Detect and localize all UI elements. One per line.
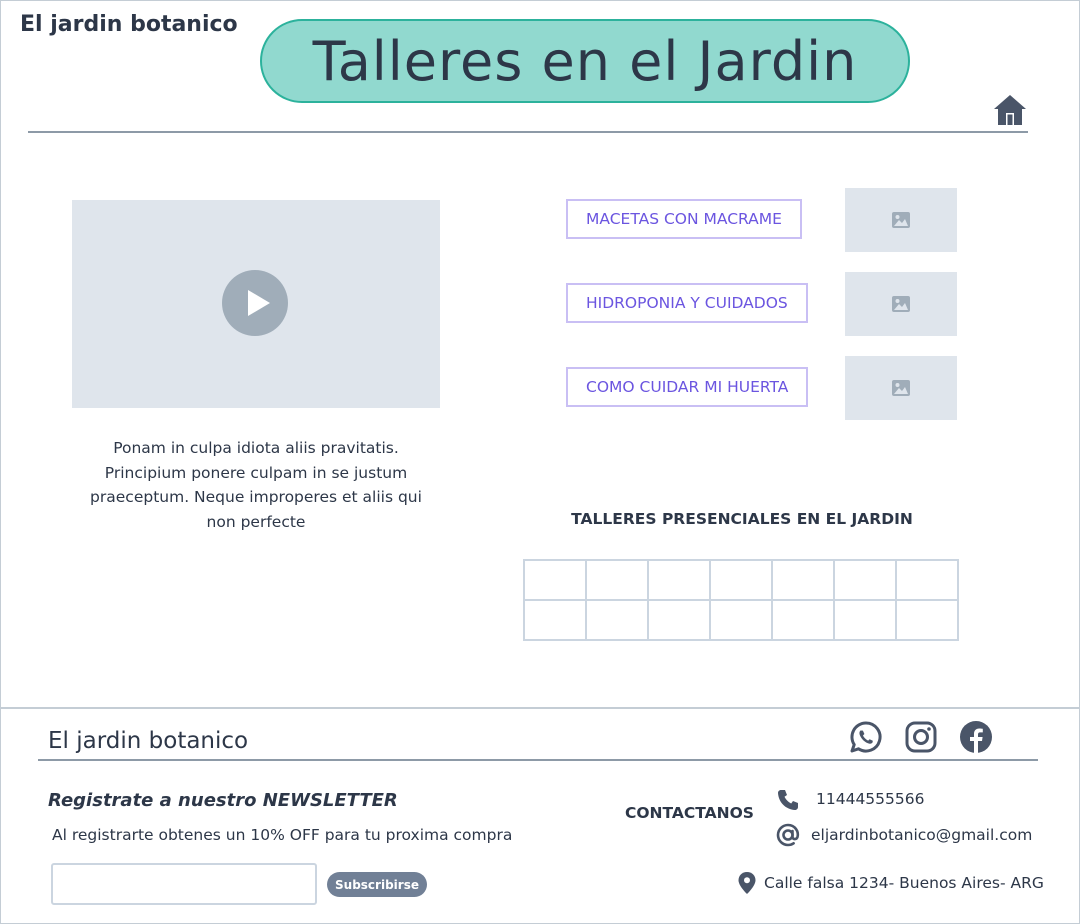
- image-icon: [892, 380, 910, 396]
- location-icon: [737, 871, 757, 899]
- header-divider: [28, 131, 1028, 133]
- at-icon: [775, 822, 801, 852]
- table-cell[interactable]: [523, 559, 587, 601]
- newsletter-title: Registrate a nuestro NEWSLETTER: [48, 790, 398, 811]
- workshop-thumbnail: [845, 272, 957, 336]
- image-icon: [892, 296, 910, 312]
- contact-address: Calle falsa 1234- Buenos Aires- ARG: [764, 874, 1044, 892]
- table-cell[interactable]: [585, 599, 649, 641]
- phone-icon: [776, 788, 800, 816]
- workshop-button-hidroponia[interactable]: HIDROPONIA Y CUIDADOS: [566, 283, 808, 323]
- footer-top-divider: [1, 707, 1079, 709]
- table-cell[interactable]: [709, 559, 773, 601]
- table-cell[interactable]: [647, 559, 711, 601]
- workshop-thumbnail: [845, 188, 957, 252]
- table-cell[interactable]: [523, 599, 587, 641]
- site-brand[interactable]: El jardin botanico: [20, 12, 238, 37]
- page-title: Talleres en el Jardin: [312, 29, 858, 93]
- table-row: [523, 559, 959, 601]
- contact-email[interactable]: eljardinbotanico@gmail.com: [811, 826, 1032, 844]
- table-cell[interactable]: [895, 599, 959, 641]
- video-description: Ponam in culpa idiota aliis pravitatis. …: [90, 439, 422, 531]
- table-cell[interactable]: [771, 599, 835, 641]
- facebook-icon[interactable]: [959, 720, 993, 754]
- newsletter-subtitle: Al registrarte obtenes un 10% OFF para t…: [52, 826, 513, 844]
- newsletter-email-input[interactable]: [51, 863, 317, 905]
- table-cell[interactable]: [585, 559, 649, 601]
- table-cell[interactable]: [647, 599, 711, 641]
- whatsapp-icon[interactable]: [849, 720, 883, 754]
- page-title-banner: Talleres en el Jardin: [260, 19, 910, 103]
- table-cell[interactable]: [833, 559, 897, 601]
- table-row: [523, 599, 959, 641]
- workshop-thumbnail: [845, 356, 957, 420]
- subscribe-button[interactable]: Subscribirse: [327, 872, 427, 897]
- footer-brand: El jardin botanico: [48, 728, 249, 754]
- video-player[interactable]: [72, 200, 440, 408]
- table-cell[interactable]: [709, 599, 773, 641]
- table-cell[interactable]: [833, 599, 897, 641]
- schedule-table: [523, 559, 959, 641]
- contact-phone[interactable]: 11444555566: [816, 790, 924, 808]
- table-cell[interactable]: [895, 559, 959, 601]
- schedule-title: TALLERES PRESENCIALES EN EL JARDIN: [571, 510, 913, 528]
- contact-title: CONTACTANOS: [625, 804, 754, 822]
- play-icon[interactable]: [222, 270, 288, 336]
- workshop-button-huerta[interactable]: COMO CUIDAR MI HUERTA: [566, 367, 809, 407]
- footer-divider: [38, 759, 1038, 761]
- table-cell[interactable]: [771, 559, 835, 601]
- workshop-button-macrame[interactable]: MACETAS CON MACRAME: [566, 199, 802, 239]
- instagram-icon[interactable]: [904, 720, 938, 754]
- home-icon[interactable]: [992, 92, 1028, 128]
- image-icon: [892, 212, 910, 228]
